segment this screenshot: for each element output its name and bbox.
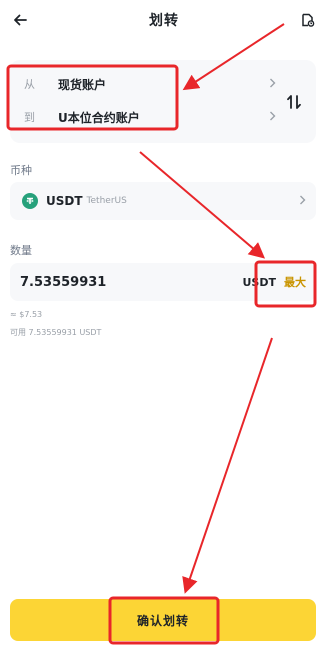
from-label: 从 — [24, 78, 35, 91]
swap-accounts-button[interactable] — [282, 88, 306, 116]
page-title: 划转 — [149, 13, 179, 29]
available-label: 可用 — [10, 328, 26, 337]
swap-vertical-icon — [287, 95, 301, 109]
from-account-value: 现货账户 — [58, 77, 107, 92]
coin-selector[interactable]: USDT TetherUS — [10, 182, 316, 220]
chevron-right-icon — [299, 194, 306, 208]
header: 划转 — [0, 0, 328, 40]
max-button[interactable]: 最大 — [284, 274, 306, 290]
coin-symbol: USDT — [46, 194, 83, 208]
coin-full-name: TetherUS — [86, 196, 127, 206]
available-balance: 可用 7.53559931 USDT — [10, 327, 101, 338]
amount-section-label: 数量 — [10, 244, 32, 257]
amount-field: USDT 最大 — [10, 263, 316, 301]
to-account-row[interactable]: 到 U本位合约账户 — [10, 102, 282, 132]
account-selector-card: 从 现货账户 到 U本位合约账户 — [10, 60, 316, 143]
chevron-right-icon — [262, 77, 282, 91]
to-label: 到 — [24, 111, 35, 124]
usd-equivalent: ≈ $7.53 — [10, 310, 43, 319]
available-value: 7.53559931 USDT — [28, 328, 102, 337]
from-account-row[interactable]: 从 现货账户 — [10, 69, 282, 99]
transfer-history-icon — [302, 13, 315, 27]
coin-section-label: 币种 — [10, 164, 32, 177]
chevron-right-icon — [262, 110, 282, 124]
transfer-history-button[interactable] — [296, 9, 320, 31]
confirm-transfer-button[interactable]: 确认划转 — [10, 599, 316, 641]
amount-unit: USDT — [242, 275, 277, 289]
transfer-page: 划转 从 现货账户 到 U本位合约账户 币种 USDT TetherUS 数量 … — [0, 0, 328, 647]
tether-icon — [22, 193, 38, 209]
to-account-value: U本位合约账户 — [58, 110, 140, 125]
annotation-arrow — [182, 337, 273, 594]
amount-input[interactable] — [20, 274, 200, 290]
